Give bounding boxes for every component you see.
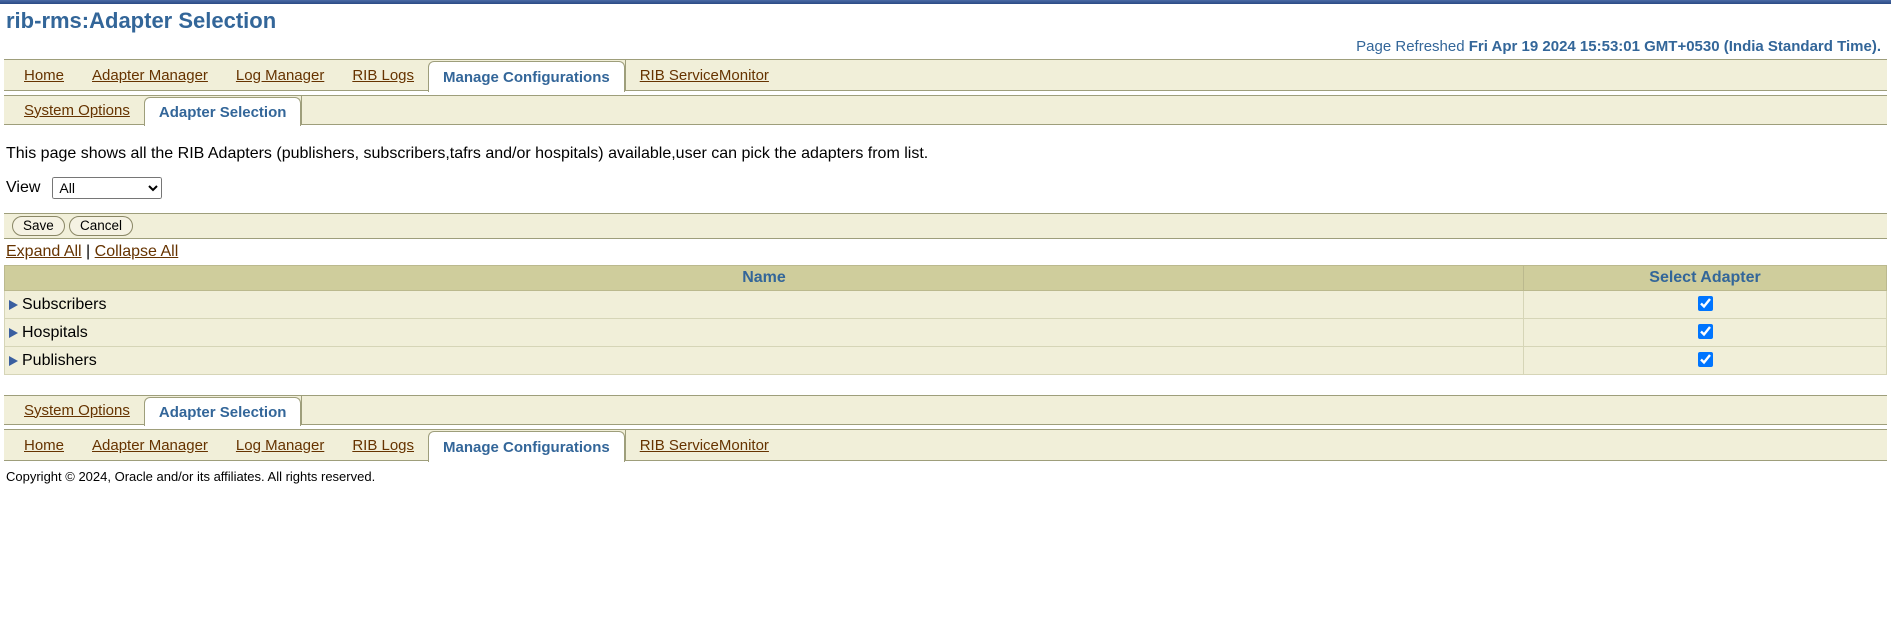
subtab-adapter-selection[interactable]: Adapter Selection xyxy=(144,97,302,126)
subtab-adapter-selection-bottom[interactable]: Adapter Selection xyxy=(144,397,302,426)
collapse-all-link[interactable]: Collapse All xyxy=(95,243,179,260)
tab-home-bottom[interactable]: Home xyxy=(10,430,78,460)
sub-tabs-top: System Options Adapter Selection xyxy=(4,95,1887,125)
view-select[interactable]: All xyxy=(52,177,162,199)
view-row: View All xyxy=(0,177,1891,213)
tab-home[interactable]: Home xyxy=(10,60,78,90)
row-name: Subscribers xyxy=(22,296,106,314)
save-button[interactable]: Save xyxy=(12,216,65,236)
tab-adapter-manager-bottom[interactable]: Adapter Manager xyxy=(78,430,222,460)
tab-rib-servicemonitor[interactable]: RIB ServiceMonitor xyxy=(625,60,783,90)
expand-icon[interactable] xyxy=(9,356,18,366)
expand-icon[interactable] xyxy=(9,300,18,310)
refreshed-label: Page Refreshed xyxy=(1356,38,1469,55)
col-select-adapter: Select Adapter xyxy=(1524,266,1887,291)
expand-all-link[interactable]: Expand All xyxy=(6,243,82,260)
copyright-footer: Copyright © 2024, Oracle and/or its affi… xyxy=(0,461,1891,492)
tab-rib-logs-bottom[interactable]: RIB Logs xyxy=(338,430,428,460)
view-label: View xyxy=(6,179,40,197)
select-adapter-checkbox[interactable] xyxy=(1698,352,1713,367)
table-row: Hospitals xyxy=(5,319,1887,347)
row-name: Publishers xyxy=(22,352,97,370)
tab-log-manager[interactable]: Log Manager xyxy=(222,60,338,90)
main-tabs-bottom: Home Adapter Manager Log Manager RIB Log… xyxy=(4,429,1887,461)
tab-manage-configurations[interactable]: Manage Configurations xyxy=(428,61,625,92)
tab-rib-logs[interactable]: RIB Logs xyxy=(338,60,428,90)
tab-manage-configurations-bottom[interactable]: Manage Configurations xyxy=(428,431,625,462)
table-row: Publishers xyxy=(5,347,1887,375)
instruction-text: This page shows all the RIB Adapters (pu… xyxy=(0,125,1891,177)
cancel-button[interactable]: Cancel xyxy=(69,216,133,236)
tab-log-manager-bottom[interactable]: Log Manager xyxy=(222,430,338,460)
expand-icon[interactable] xyxy=(9,328,18,338)
expand-collapse-row: Expand All | Collapse All xyxy=(0,239,1891,265)
adapters-table: Name Select Adapter Subscribers Hospital… xyxy=(4,265,1887,375)
tab-adapter-manager[interactable]: Adapter Manager xyxy=(78,60,222,90)
button-row: Save Cancel xyxy=(4,213,1887,239)
refreshed-time: Fri Apr 19 2024 15:53:01 GMT+0530 (India… xyxy=(1469,38,1881,55)
select-adapter-checkbox[interactable] xyxy=(1698,324,1713,339)
select-adapter-checkbox[interactable] xyxy=(1698,296,1713,311)
expand-sep: | xyxy=(82,243,95,260)
main-tabs-top: Home Adapter Manager Log Manager RIB Log… xyxy=(4,59,1887,91)
page-refreshed: Page Refreshed Fri Apr 19 2024 15:53:01 … xyxy=(0,36,1891,59)
subtab-system-options-bottom[interactable]: System Options xyxy=(10,396,144,424)
page-title: rib-rms:Adapter Selection xyxy=(0,4,1891,36)
tab-rib-servicemonitor-bottom[interactable]: RIB ServiceMonitor xyxy=(625,430,783,460)
sub-tabs-bottom: System Options Adapter Selection xyxy=(4,395,1887,425)
subtab-system-options[interactable]: System Options xyxy=(10,96,144,124)
table-row: Subscribers xyxy=(5,291,1887,319)
row-name: Hospitals xyxy=(22,324,88,342)
col-name: Name xyxy=(5,266,1524,291)
